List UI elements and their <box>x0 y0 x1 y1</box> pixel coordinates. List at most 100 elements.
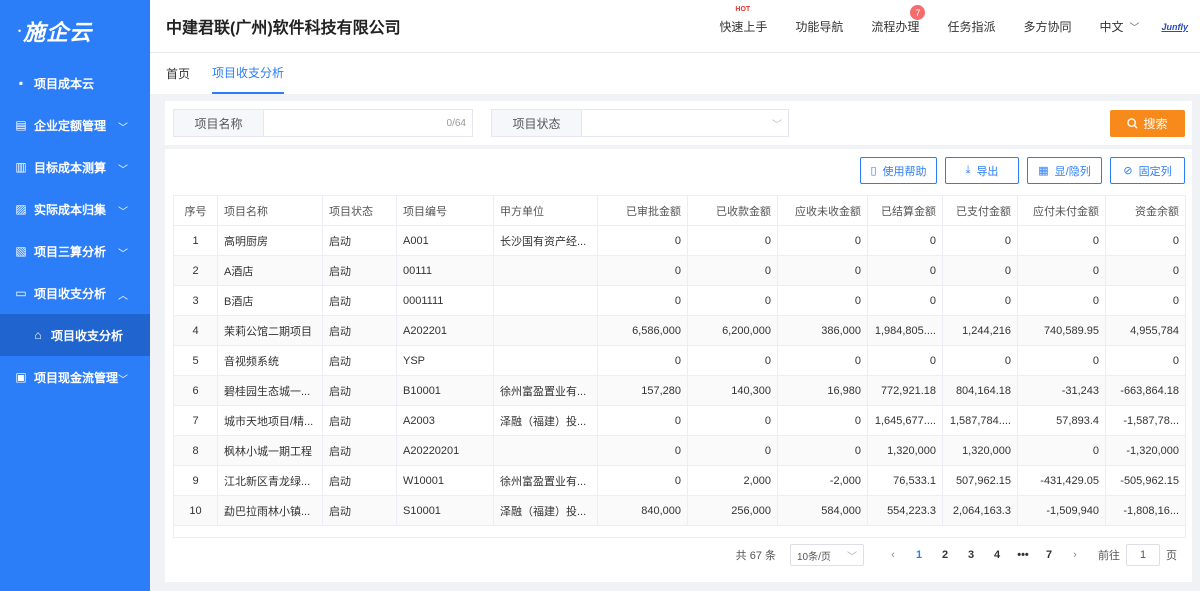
page-number[interactable]: ••• <box>1010 549 1036 561</box>
table-row[interactable]: 1 高明厨房 启动 A001 长沙国有资产经... 0 0 0 0 0 0 0 <box>173 225 1186 256</box>
table-cell: 0 <box>597 345 688 376</box>
table-row[interactable]: 5 音视频系统 启动 YSP 0 0 0 0 0 0 0 <box>173 345 1186 376</box>
language-select[interactable]: 中文 ﹀ <box>1099 18 1139 35</box>
table-cell: -1,509,940 <box>1017 495 1106 526</box>
fix-columns-button[interactable]: ⊘ 固定列 <box>1110 157 1185 184</box>
table-cell: -2,000 <box>777 465 868 496</box>
sidebar-item-7[interactable]: ▣ 项目现金流管理 ﹀ <box>0 356 150 398</box>
table-cell: 泽融（福建）投... <box>493 405 598 436</box>
nav-task-assign[interactable]: 任务指派 <box>947 18 995 35</box>
nav-collaboration[interactable]: 多方协同 <box>1023 18 1071 35</box>
column-header[interactable]: 应付未付金额 <box>1017 195 1106 226</box>
chevron-down-icon: ﹀ <box>118 249 128 260</box>
char-counter: 0/64 <box>446 117 466 129</box>
column-header[interactable]: 甲方单位 <box>493 195 598 226</box>
page-number[interactable]: 2 <box>932 549 958 561</box>
help-button[interactable]: ▯ 使用帮助 <box>860 157 937 184</box>
sidebar-item-label: 项目三算分析 <box>34 244 107 259</box>
project-status-select[interactable]: ﹀ <box>582 110 788 136</box>
table-cell: 1,587,784.... <box>942 405 1018 436</box>
table-cell: 386,000 <box>777 315 868 346</box>
table-cell: 0 <box>1017 435 1106 466</box>
column-header[interactable]: 已支付金额 <box>942 195 1018 226</box>
table-cell: YSP <box>396 345 494 376</box>
process-count-badge: 7 <box>910 5 926 20</box>
table-cell: A20220201 <box>396 435 494 466</box>
prev-page-icon[interactable]: ‹ <box>880 549 906 561</box>
page-number[interactable]: 3 <box>958 549 984 561</box>
page-number[interactable]: 7 <box>1036 549 1062 561</box>
table-cell: 0 <box>687 255 778 286</box>
next-page-icon[interactable]: › <box>1062 549 1088 561</box>
brand-logo: Junfly <box>1161 21 1188 32</box>
column-header[interactable]: 已收款金额 <box>687 195 778 226</box>
project-name-input[interactable]: 0/64 <box>264 110 472 136</box>
table-cell: 0 <box>597 465 688 496</box>
sidebar-item-0[interactable]: ▪ 项目成本云 <box>0 62 150 104</box>
search-button[interactable]: 搜索 <box>1110 110 1185 137</box>
table-cell: 启动 <box>322 345 397 376</box>
page-number[interactable]: 4 <box>984 549 1010 561</box>
sidebar-item-4[interactable]: ▧ 项目三算分析 ﹀ <box>0 230 150 272</box>
table-cell: 1,244,216 <box>942 315 1018 346</box>
tab-home[interactable]: 首页 <box>166 53 190 94</box>
table-cell: 0 <box>942 285 1018 316</box>
table-row[interactable]: 4 茉莉公馆二期项目 启动 A202201 6,586,000 6,200,000 386,… <box>173 315 1186 346</box>
table-cell: 772,921.18 <box>867 375 943 406</box>
chevron-down-icon: ﹀ <box>118 375 128 386</box>
top-header: 中建君联(广州)软件科技有限公司 HOT 快速上手 功能导航 7 流程办理 任务… <box>150 0 1200 53</box>
chevron-down-icon: ﹀ <box>118 207 128 218</box>
app-logo[interactable]: • 施企云 <box>0 0 150 62</box>
sidebar-item-2[interactable]: ▥ 目标成本测算 ﹀ <box>0 146 150 188</box>
goto-page-input[interactable]: 1 <box>1126 544 1160 566</box>
column-header[interactable]: 项目编号 <box>396 195 494 226</box>
column-header[interactable]: 已结算金额 <box>867 195 943 226</box>
table-row[interactable]: 10 勐巴拉雨林小镇... 启动 S10001 泽融（福建）投... 840,000 256… <box>173 495 1186 526</box>
column-header[interactable]: 应收未收金额 <box>777 195 868 226</box>
table-cell: 长沙国有资产经... <box>493 225 598 256</box>
table-cell: 启动 <box>322 255 397 286</box>
column-header[interactable]: 项目名称 <box>217 195 323 226</box>
calc-icon: ▥ <box>15 160 27 174</box>
page-number[interactable]: 1 <box>906 549 932 561</box>
table-cell: 6 <box>173 375 218 406</box>
sidebar-item-6[interactable]: ⌂ 项目收支分析 <box>0 314 150 356</box>
toggle-columns-button[interactable]: ▦ 显/隐列 <box>1027 157 1102 184</box>
table-cell: 554,223.3 <box>867 495 943 526</box>
table-cell: 0 <box>1017 225 1106 256</box>
table-cell: 1,320,000 <box>867 435 943 466</box>
column-header[interactable]: 资金余额 <box>1105 195 1186 226</box>
table-cell: 5 <box>173 345 218 376</box>
table-row[interactable]: 3 B酒店 启动 0001111 0 0 0 0 0 0 0 <box>173 285 1186 316</box>
sidebar-item-5[interactable]: ▭ 项目收支分析 ︿ <box>0 272 150 314</box>
tab-income-analysis[interactable]: 项目收支分析 <box>212 53 285 94</box>
table-row[interactable]: 6 碧桂园生态城一... 启动 B10001 徐州富盈置业有... 157,280 140,… <box>173 375 1186 406</box>
nav-process[interactable]: 7 流程办理 <box>871 5 926 35</box>
column-header[interactable]: 项目状态 <box>322 195 397 226</box>
grid-icon: ▦ <box>1038 165 1049 177</box>
table-cell: -1,808,16... <box>1105 495 1186 526</box>
column-header[interactable]: 序号 <box>173 195 218 226</box>
table-cell: -1,320,000 <box>1105 435 1186 466</box>
table-cell: 0 <box>597 255 688 286</box>
table-cell: B10001 <box>396 375 494 406</box>
table-row[interactable]: 7 城市天地项目/精... 启动 A2003 泽融（福建）投... 0 0 0 1,645,67… <box>173 405 1186 436</box>
table-cell: 启动 <box>322 285 397 316</box>
table-cell: 256,000 <box>687 495 778 526</box>
column-header[interactable]: 已审批金额 <box>597 195 688 226</box>
table-cell: -431,429.05 <box>1017 465 1106 496</box>
table-row[interactable]: 8 枫林小城一期工程 启动 A20220201 0 0 0 1,320,000 1,320,00… <box>173 435 1186 466</box>
sidebar-item-label: 目标成本测算 <box>34 160 107 175</box>
page-size-select[interactable]: 10条/页 ﹀ <box>790 544 864 566</box>
sidebar-item-1[interactable]: ▤ 企业定额管理 ﹀ <box>0 104 150 146</box>
project-name-label: 项目名称 <box>174 110 264 136</box>
nav-function-guide[interactable]: 功能导航 <box>795 18 843 35</box>
table-row[interactable]: 9 江北新区青龙绿... 启动 W10001 徐州富盈置业有... 0 2,000 -2,00… <box>173 465 1186 496</box>
total-count: 共 67 条 <box>735 550 776 562</box>
sidebar-item-3[interactable]: ▨ 实际成本归集 ﹀ <box>0 188 150 230</box>
table-cell: -31,243 <box>1017 375 1106 406</box>
export-button[interactable]: ⤓ 导出 <box>945 157 1019 184</box>
nav-quick-start[interactable]: HOT 快速上手 <box>719 6 767 35</box>
table-row[interactable]: 2 A酒店 启动 00111 0 0 0 0 0 0 0 <box>173 255 1186 286</box>
table-cell: 8 <box>173 435 218 466</box>
